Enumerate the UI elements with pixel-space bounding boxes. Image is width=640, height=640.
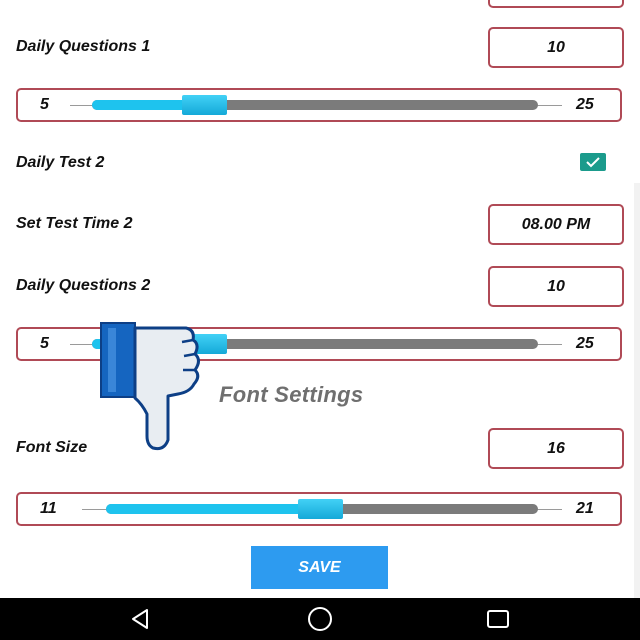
font-size-slider[interactable]: 11 21 [16,492,622,526]
recents-icon [487,610,509,628]
recents-button[interactable] [478,606,518,632]
slider-max-label: 21 [576,500,594,517]
slider-thumb[interactable] [182,95,227,115]
font-size-value[interactable]: 16 [488,428,624,469]
set-test-time-2-label: Set Test Time 2 [16,215,133,232]
settings-screen: Daily Questions 1 10 5 25 Daily Test 2 S… [0,0,640,640]
daily-test-2-checkbox[interactable] [580,153,606,171]
daily-test-2-label: Daily Test 2 [16,154,105,171]
daily-questions-1-slider[interactable]: 5 25 [16,88,622,122]
slider-max-label: 25 [576,335,594,352]
slider-thumb[interactable] [298,499,343,519]
daily-questions-2-label: Daily Questions 2 [16,277,151,294]
navigation-bar [0,598,640,640]
home-button[interactable] [300,606,340,632]
save-button[interactable]: SAVE [251,546,388,589]
back-icon [132,609,148,629]
home-icon [308,607,332,631]
daily-questions-1-label: Daily Questions 1 [16,38,151,55]
slider-min-label: 5 [40,96,49,113]
set-test-time-2-value[interactable]: 08.00 PM [488,204,624,245]
slider-max-label: 25 [576,96,594,113]
font-size-label: Font Size [16,439,88,456]
daily-questions-1-value[interactable]: 10 [488,27,624,68]
checkmark-icon [586,157,600,168]
font-settings-title: Font Settings [219,382,364,407]
back-button[interactable] [120,606,160,632]
partial-value-box[interactable] [488,0,624,8]
scroll-edge [634,183,640,598]
slider-min-label: 11 [40,500,57,517]
daily-questions-2-value[interactable]: 10 [488,266,624,307]
thumbs-down-icon [100,322,200,451]
slider-min-label: 5 [40,335,49,352]
